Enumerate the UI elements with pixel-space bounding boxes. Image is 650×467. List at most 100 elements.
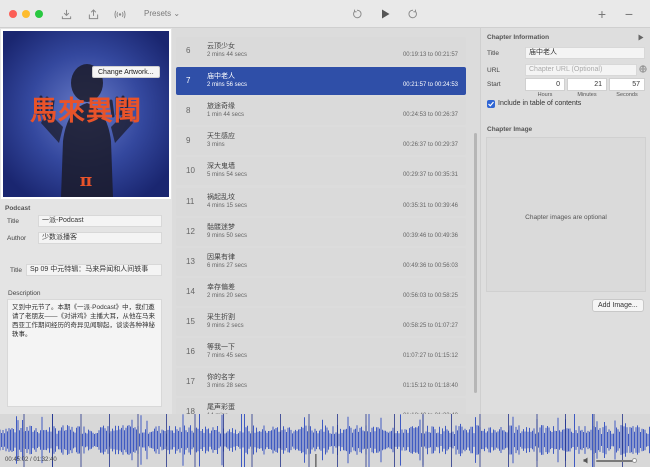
start-seconds-stepper[interactable]: 57 — [609, 78, 645, 91]
chapter-row[interactable]: 11 祸起乱坟 4 mins 15 secs 00:35:31 to 00:39:46 — [176, 187, 466, 216]
chapter-duration: 3 mins — [207, 142, 225, 149]
podcast-panel: 馬來異聞 π Change Artwork... Podcast Title 一… — [0, 28, 172, 414]
chapter-url-field[interactable]: Chapter URL (Optional) — [525, 64, 637, 76]
chevron-down-icon: ⌄ — [173, 9, 181, 18]
chapter-time-range: 00:21:57 to 00:24:53 — [402, 82, 458, 89]
chapter-number: 6 — [186, 46, 191, 55]
chapter-number: 15 — [186, 316, 195, 326]
chapter-time-range: 00:58:25 to 01:07:27 — [402, 322, 458, 329]
chapter-list: 6 云顶少女 2 mins 44 secs 00:19:13 to 00:21:57 7… — [172, 28, 480, 414]
chapter-image-dropzone[interactable]: Chapter images are optional — [486, 137, 646, 292]
chapter-number: 13 — [186, 256, 195, 266]
chapter-row[interactable]: 6 云顶少女 2 mins 44 secs 00:19:13 to 00:21:57 — [176, 37, 466, 65]
episode-title-label: Title — [10, 267, 23, 274]
toc-label: Include in table of contents — [498, 100, 582, 107]
podcast-title-label: Title — [7, 218, 20, 225]
description-field[interactable]: 又到中元节了。本期《一派·Podcast》中，我们邀请了老朋友——《对讲鸡》主播… — [7, 299, 162, 407]
play-chapter-icon[interactable] — [638, 34, 644, 41]
chapter-duration: 6 mins 27 secs — [207, 262, 248, 269]
chapter-time-range: 00:29:37 to 00:35:31 — [402, 172, 458, 179]
checkmark-icon — [488, 101, 494, 107]
chapter-time-range: 00:39:46 to 00:49:36 — [402, 232, 458, 239]
chapter-number: 9 — [186, 136, 191, 146]
chapter-time-range: 00:35:31 to 00:39:46 — [402, 202, 458, 209]
chapter-duration: 2 mins 44 secs — [207, 52, 248, 58]
chapter-number: 7 — [186, 76, 191, 86]
chapter-title: 采生折割 — [207, 313, 235, 321]
chapter-row[interactable]: 10 深大鬼墙 5 mins 54 secs 00:29:37 to 00:35:31 — [176, 157, 466, 186]
chapter-row[interactable]: 17 你的名字 3 mins 28 secs 01:15:12 to 01:18:40 — [176, 368, 466, 397]
add-image-button[interactable]: Add Image... — [592, 299, 644, 312]
chapter-row[interactable]: 14 幸存偏差 2 mins 20 secs 00:56:03 to 00:58:25 — [176, 277, 466, 306]
chapter-duration: 1 min 44 secs — [207, 112, 245, 119]
episode-title-field[interactable]: Sp 09 中元特辑：马来异闻和人间轶事 — [26, 264, 162, 276]
change-artwork-button[interactable]: Change Artwork... — [92, 66, 160, 78]
chapter-info-panel: Chapter Information Title 庙中老人 URL Chapt… — [480, 28, 650, 414]
chapter-title: 祸起乱坟 — [207, 193, 235, 201]
chapter-title: 庙中老人 — [207, 73, 235, 81]
podcast-section-label: Podcast — [5, 205, 31, 212]
chapter-info-heading: Chapter Information — [487, 34, 550, 41]
chapter-row[interactable]: 7 庙中老人 2 mins 56 secs 00:21:57 to 00:24:53 — [176, 67, 466, 96]
hours-label: Hours — [537, 92, 553, 98]
start-hours-stepper[interactable]: 0 — [525, 78, 565, 91]
start-minutes-stepper[interactable]: 21 — [567, 78, 607, 91]
chapter-title: 旅途奇缘 — [207, 103, 235, 111]
presets-menu[interactable]: Presets ⌄ — [144, 9, 180, 18]
chapter-image-heading: Chapter Image — [487, 126, 533, 133]
chapter-row[interactable]: 16 等我一下 7 mins 45 secs 01:07:27 to 01:15:12 — [176, 338, 466, 366]
play-icon[interactable] — [379, 6, 391, 22]
remove-icon[interactable]: − — [623, 6, 635, 22]
chapter-row[interactable]: 13 因果有律 6 mins 27 secs 00:49:36 to 00:56:03 — [176, 247, 466, 276]
chapter-number: 14 — [186, 286, 195, 296]
chapter-duration: 9 mins 50 secs — [207, 232, 248, 239]
chapter-number: 8 — [186, 106, 191, 116]
chapter-row[interactable]: 15 采生折割 9 mins 2 secs 00:58:25 to 01:07:27 — [176, 307, 466, 336]
broadcast-icon[interactable] — [112, 6, 128, 22]
waveform[interactable] — [0, 414, 650, 467]
chapter-title: 尾声彩蛋 — [207, 404, 235, 412]
toc-checkbox[interactable] — [487, 100, 495, 108]
chapter-time-range: 00:49:36 to 00:56:03 — [402, 262, 458, 269]
volume-slider[interactable] — [596, 458, 637, 463]
chapter-row[interactable]: 12 骷髅迷梦 9 mins 50 secs 00:39:46 to 00:49:36 — [176, 217, 466, 246]
chapter-number: 12 — [186, 226, 195, 236]
chapter-title-label: Title — [487, 50, 500, 57]
podcast-artwork[interactable]: 馬來異聞 π Change Artwork... — [1, 29, 171, 199]
chapter-title: 云顶少女 — [207, 43, 235, 50]
chapter-time-range: 01:15:12 to 01:18:40 — [402, 383, 458, 390]
add-icon[interactable]: + — [596, 6, 608, 22]
artwork-pi-symbol: π — [79, 171, 93, 191]
podcast-title-field[interactable]: 一派-Podcast — [38, 215, 162, 227]
chapter-row[interactable]: 18尾声彩蛋14 mins01:18:40 to 01:32:40 — [176, 398, 466, 414]
chapter-time-range: 00:19:13 to 00:21:57 — [402, 52, 458, 58]
chapter-title: 骷髅迷梦 — [207, 223, 235, 231]
waveform-graphic — [0, 414, 650, 467]
undo-icon[interactable] — [351, 6, 363, 22]
chapter-url-label: URL — [487, 67, 501, 74]
share-icon[interactable] — [86, 6, 100, 22]
zoom-window-button[interactable] — [35, 10, 43, 18]
chapter-time-range: 00:24:53 to 00:26:37 — [402, 112, 458, 119]
chapter-duration: 2 mins 56 secs — [207, 82, 248, 89]
volume-knob[interactable] — [632, 458, 637, 463]
chapter-row[interactable]: 9 天生感应 3 mins 00:26:37 to 00:29:37 — [176, 127, 466, 156]
chapter-title-field[interactable]: 庙中老人 — [525, 47, 645, 59]
chapter-title: 幸存偏差 — [207, 283, 235, 291]
chapter-list-scrollbar[interactable] — [474, 133, 477, 393]
volume-icon[interactable] — [583, 457, 591, 464]
redo-icon[interactable] — [407, 6, 419, 22]
close-window-button[interactable] — [9, 10, 17, 18]
import-icon[interactable] — [59, 6, 73, 22]
minimize-window-button[interactable] — [22, 10, 30, 18]
link-icon[interactable] — [639, 65, 647, 73]
chapter-title: 深大鬼墙 — [207, 163, 235, 171]
chapter-row[interactable]: 8 旅途奇缘 1 min 44 secs 00:24:53 to 00:26:37 — [176, 97, 466, 126]
chapter-number: 18 — [186, 407, 195, 414]
podcast-author-field[interactable]: 少数派播客 — [38, 232, 162, 244]
description-label: Description — [8, 290, 41, 297]
chapter-duration: 5 mins 54 secs — [207, 172, 248, 179]
chapter-title: 天生感应 — [207, 133, 235, 141]
chapter-number: 10 — [186, 166, 195, 176]
chapter-duration: 4 mins 15 secs — [207, 202, 248, 209]
